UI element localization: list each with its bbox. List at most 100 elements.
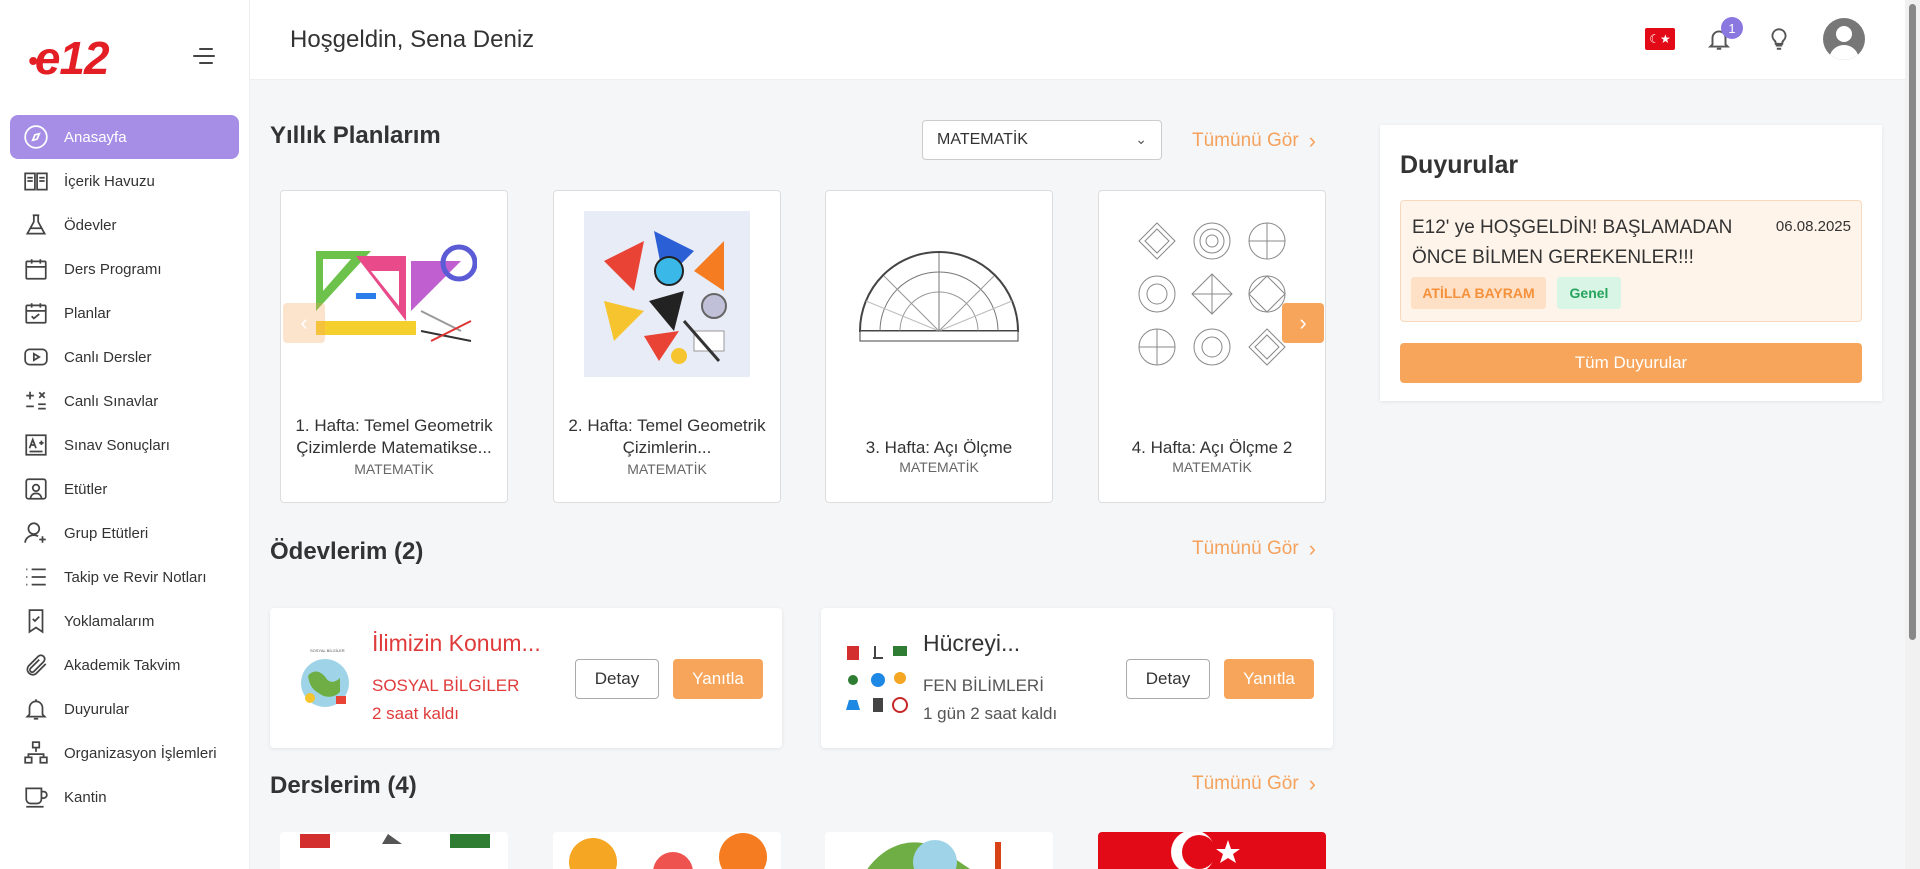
notification-button[interactable]: 1 xyxy=(1703,17,1743,55)
sidebar-item-label: Organizasyon İşlemleri xyxy=(64,744,217,762)
homework-title: Hücreyi... xyxy=(923,630,1021,656)
user-avatar[interactable] xyxy=(1823,18,1865,60)
course-image xyxy=(569,833,767,869)
list-icon xyxy=(22,563,50,591)
presentation-icon xyxy=(22,475,50,503)
header-actions: ☾★ 1 xyxy=(1645,17,1865,60)
plan-card[interactable]: 1. Hafta: Temel Geometrik Çizimlerde Mat… xyxy=(280,190,508,503)
chevron-right-icon: › xyxy=(1299,310,1307,335)
plans-see-all-link[interactable]: Tümünü Gör › xyxy=(1192,128,1316,154)
course-image xyxy=(300,834,490,848)
homework-card[interactable]: SOSYAL BİLGİLER İlimizin Konum... SOSYAL… xyxy=(270,608,782,748)
sidebar-item-ders-programi[interactable]: Ders Programı xyxy=(10,247,239,291)
courses-see-all-link[interactable]: Tümünü Gör › xyxy=(1192,771,1316,797)
sidebar-item-takip-revir[interactable]: Takip ve Revir Notları xyxy=(10,555,239,599)
brand-logo[interactable]: •e12 xyxy=(28,31,110,85)
announcement-author-tag: ATİLLA BAYRAM xyxy=(1411,277,1546,309)
course-card[interactable] xyxy=(280,832,508,869)
chevron-right-icon: › xyxy=(1308,128,1316,153)
sidebar-item-canli-sinavlar[interactable]: Canlı Sınavlar xyxy=(10,379,239,423)
scrollbar-thumb[interactable] xyxy=(1909,4,1916,640)
course-card[interactable] xyxy=(1098,832,1326,869)
sidebar-item-planlar[interactable]: Planlar xyxy=(10,291,239,335)
sidebar-item-label: Duyurular xyxy=(64,700,130,718)
sidebar-item-label: Takip ve Revir Notları xyxy=(64,568,207,586)
subject-filter-value: MATEMATİK xyxy=(937,131,1028,148)
announcements-panel: Duyurular E12' ye HOŞGELDİN! BAŞLAMADAN … xyxy=(1380,125,1882,401)
geometric-patterns-image xyxy=(1138,222,1286,366)
detail-button[interactable]: Detay xyxy=(575,659,659,699)
sidebar-item-kantin[interactable]: Kantin xyxy=(10,775,239,819)
homework-see-all-link[interactable]: Tümünü Gör › xyxy=(1192,536,1316,562)
sidebar-item-canli-dersler[interactable]: Canlı Dersler xyxy=(10,335,239,379)
bookmark-check-icon xyxy=(22,607,50,635)
reply-button[interactable]: Yanıtla xyxy=(1224,659,1314,699)
chevron-right-icon: › xyxy=(1308,771,1316,796)
sidebar-item-label: Ödevler xyxy=(64,216,117,234)
sidebar-item-odevler[interactable]: Ödevler xyxy=(10,203,239,247)
sidebar-item-yoklamalarim[interactable]: Yoklamalarım xyxy=(10,599,239,643)
main-content: Yıllık Planlarım MATEMATİK ⌄ Tümünü Gör › xyxy=(250,80,1350,869)
sidebar-item-label: Canlı Sınavlar xyxy=(64,392,159,410)
course-card[interactable] xyxy=(553,832,781,869)
sidebar-item-label: Yoklamalarım xyxy=(64,612,155,630)
plan-card[interactable]: 2. Hafta: Temel Geometrik Çizimlerin... … xyxy=(553,190,781,503)
sidebar-item-sinav-sonuclari[interactable]: Sınav Sonuçları xyxy=(10,423,239,467)
chevron-left-icon: ‹ xyxy=(300,310,308,335)
sidebar-item-icerik-havuzu[interactable]: İçerik Havuzu xyxy=(10,159,239,203)
announcement-category-tag: Genel xyxy=(1557,277,1621,309)
sidebar-item-label: Etütler xyxy=(64,480,108,498)
menu-toggle-icon[interactable] xyxy=(193,48,217,68)
sidebar-item-akademik-takvim[interactable]: Akademik Takvim xyxy=(10,643,239,687)
see-all-label: Tümünü Gör xyxy=(1192,773,1299,794)
announcement-item[interactable]: E12' ye HOŞGELDİN! BAŞLAMADAN ÖNCE BİLME… xyxy=(1400,200,1862,322)
sidebar-item-label: Planlar xyxy=(64,304,111,322)
plan-title: 4. Hafta: Açı Ölçme 2 xyxy=(1131,438,1293,457)
sidebar-item-etutler[interactable]: Etütler xyxy=(10,467,239,511)
sidebar-item-anasayfa[interactable]: Anasayfa xyxy=(10,115,239,159)
all-announcements-button[interactable]: Tüm Duyurular xyxy=(1400,343,1862,383)
sidebar-item-organizasyon[interactable]: Organizasyon İşlemleri xyxy=(10,731,239,775)
flask-icon xyxy=(22,211,50,239)
compass-icon xyxy=(22,123,50,151)
sidebar-item-grup-etutleri[interactable]: Grup Etütleri xyxy=(10,511,239,555)
see-all-label: Tümünü Gör xyxy=(1192,130,1299,151)
page-scrollbar[interactable] xyxy=(1905,0,1920,869)
lightbulb-icon xyxy=(1771,28,1787,50)
course-image xyxy=(867,840,1001,869)
chevron-right-icon: › xyxy=(1308,536,1316,561)
calendar-icon xyxy=(22,255,50,283)
plan-card[interactable]: 3. Hafta: Açı Ölçme MATEMATİK xyxy=(825,190,1053,503)
plan-title: 3. Hafta: Açı Ölçme xyxy=(865,438,1013,457)
globe-image: SOSYAL BİLGİLER xyxy=(301,648,349,707)
turkish-flag-icon[interactable]: ☾★ xyxy=(1645,28,1675,50)
sidebar-item-label: Ders Programı xyxy=(64,260,162,278)
play-icon xyxy=(22,343,50,371)
subject-filter-select[interactable]: MATEMATİK ⌄ xyxy=(922,120,1162,160)
course-card[interactable] xyxy=(825,832,1053,869)
homework-card[interactable]: Hücreyi... FEN BİLİMLERİ 1 gün 2 saat ka… xyxy=(821,608,1333,748)
chevron-down-icon: ⌄ xyxy=(1135,131,1147,147)
geometry-tools-image xyxy=(316,244,477,342)
course-image xyxy=(1098,832,1326,869)
carousel-next-button[interactable]: › xyxy=(1282,303,1324,343)
plan-card[interactable]: 4. Hafta: Açı Ölçme 2 MATEMATİK xyxy=(1098,190,1326,503)
plan-title: 1. Hafta: Temel Geometrik Çizimlerde Mat… xyxy=(295,416,493,457)
book-open-icon xyxy=(22,167,50,195)
greeting-text: Hoşgeldin, Sena Deniz xyxy=(290,25,535,53)
announcements-title: Duyurular xyxy=(1400,151,1519,179)
homework-time-left: 1 gün 2 saat kaldı xyxy=(923,704,1058,723)
lightbulb-button[interactable] xyxy=(1763,23,1795,55)
homework-title: İlimizin Konum... xyxy=(372,630,541,656)
reply-button[interactable]: Yanıtla xyxy=(673,659,763,699)
detail-button[interactable]: Detay xyxy=(1126,659,1210,699)
courses-header: Derslerim (4) xyxy=(270,772,417,800)
carousel-prev-button[interactable]: ‹ xyxy=(283,303,325,343)
calendar-check-icon xyxy=(22,299,50,327)
sidebar-item-duyurular[interactable]: Duyurular xyxy=(10,687,239,731)
announcement-date: 06.08.2025 xyxy=(1775,218,1851,235)
sidebar-item-label: Kantin xyxy=(64,788,107,806)
sidebar-item-label: Grup Etütleri xyxy=(64,524,149,542)
sitemap-icon xyxy=(22,739,50,767)
plans-header: Yıllık Planlarım xyxy=(270,122,441,150)
